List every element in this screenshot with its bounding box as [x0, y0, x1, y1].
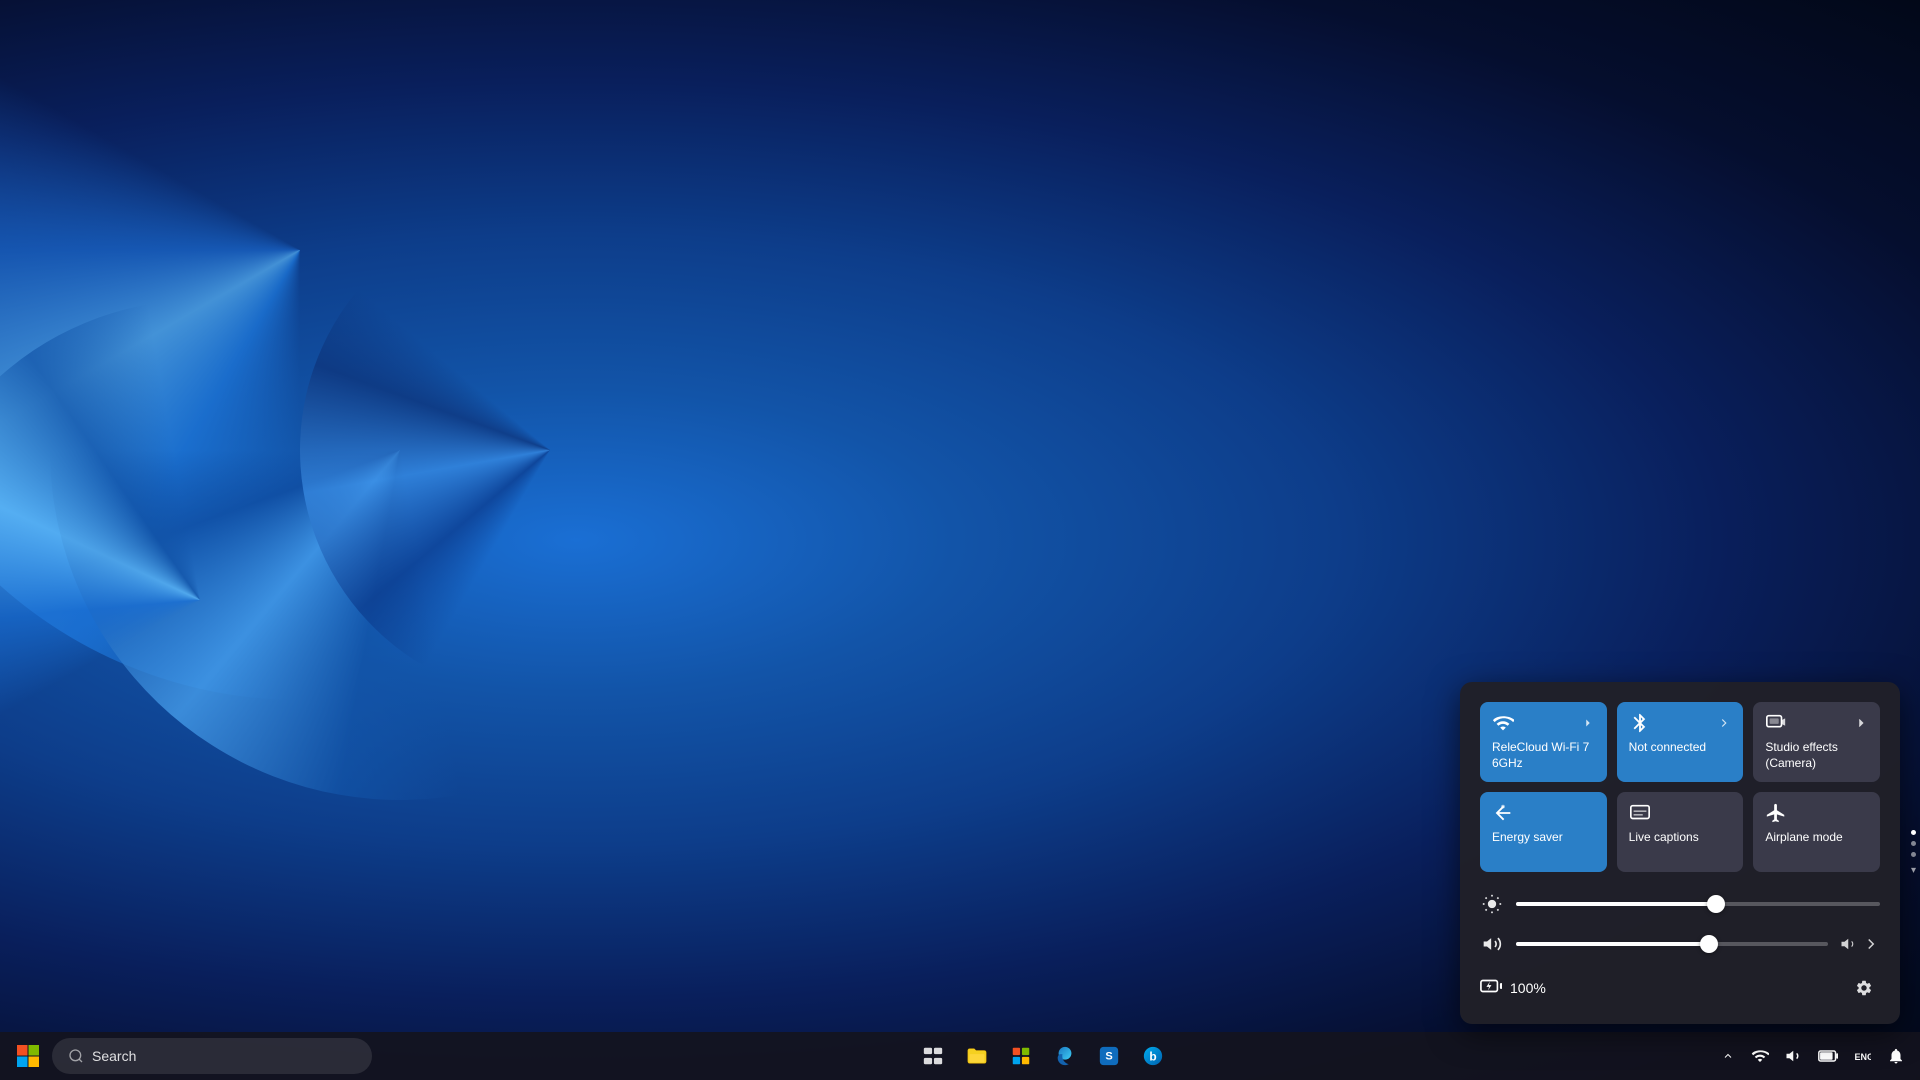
brightness-slider-row	[1480, 892, 1880, 916]
quick-settings-tiles: ReleCloud Wi-Fi 7 6GHz Not connected	[1480, 702, 1880, 872]
airplane-mode-icon	[1765, 802, 1787, 824]
battery-charging-icon	[1480, 975, 1502, 1002]
taskbar: Search	[0, 1032, 1920, 1080]
microsoft-store-button[interactable]	[1001, 1036, 1041, 1076]
bing-app-button[interactable]: b	[1133, 1036, 1173, 1076]
svg-text:S: S	[1105, 1051, 1112, 1063]
quick-settings-gear-button[interactable]	[1848, 972, 1880, 1004]
volume-output-selector[interactable]	[1840, 935, 1880, 953]
energy-saver-icon	[1492, 802, 1514, 824]
airplane-mode-label: Airplane mode	[1765, 830, 1868, 846]
volume-thumb[interactable]	[1700, 935, 1718, 953]
brightness-track[interactable]	[1516, 902, 1880, 906]
airplane-mode-tile[interactable]: Airplane mode	[1753, 792, 1880, 872]
energy-saver-label: Energy saver	[1492, 830, 1595, 846]
brightness-thumb[interactable]	[1707, 895, 1725, 913]
store-app-button[interactable]: S	[1089, 1036, 1129, 1076]
bluetooth-tile[interactable]: Not connected	[1617, 702, 1744, 782]
studio-effects-label: Studio effects (Camera)	[1765, 740, 1868, 771]
wifi-tile[interactable]: ReleCloud Wi-Fi 7 6GHz	[1480, 702, 1607, 782]
scroll-dot-1	[1911, 830, 1916, 835]
taskbar-system-tray: ENG	[1706, 1036, 1920, 1076]
show-hidden-icons-button[interactable]	[1714, 1036, 1742, 1076]
svg-text:ENG: ENG	[1855, 1052, 1872, 1062]
studio-effects-icon	[1765, 712, 1787, 734]
battery-info: 100%	[1480, 975, 1546, 1002]
search-bar[interactable]: Search	[52, 1038, 372, 1074]
wifi-label: ReleCloud Wi-Fi 7 6GHz	[1492, 740, 1595, 771]
quick-settings-panel: ReleCloud Wi-Fi 7 6GHz Not connected	[1460, 682, 1900, 1024]
live-captions-label: Live captions	[1629, 830, 1732, 846]
bluetooth-expand-arrow[interactable]	[1717, 716, 1731, 730]
brightness-icon	[1480, 892, 1504, 916]
volume-tray-icon[interactable]	[1778, 1040, 1810, 1072]
studio-effects-expand-arrow[interactable]	[1854, 716, 1868, 730]
wifi-expand-arrow[interactable]	[1581, 716, 1595, 730]
volume-track[interactable]	[1516, 942, 1828, 946]
bluetooth-label: Not connected	[1629, 740, 1732, 756]
task-view-button[interactable]	[913, 1036, 953, 1076]
quick-settings-sliders	[1480, 892, 1880, 956]
scroll-dot-3	[1911, 852, 1916, 857]
battery-tray-icon[interactable]	[1812, 1040, 1844, 1072]
edge-button[interactable]	[1045, 1036, 1085, 1076]
language-tray-icon[interactable]: ENG	[1846, 1040, 1878, 1072]
volume-icon	[1480, 932, 1504, 956]
taskbar-center-icons: S b	[380, 1036, 1706, 1076]
wifi-tray-icon[interactable]	[1744, 1040, 1776, 1072]
volume-slider-row	[1480, 932, 1880, 956]
live-captions-tile[interactable]: Live captions	[1617, 792, 1744, 872]
battery-row: 100%	[1480, 972, 1880, 1004]
volume-fill	[1516, 942, 1709, 946]
panel-scroll-indicator: ▾	[1911, 830, 1916, 876]
brightness-fill	[1516, 902, 1716, 906]
studio-effects-tile[interactable]: Studio effects (Camera)	[1753, 702, 1880, 782]
start-button[interactable]	[8, 1036, 48, 1076]
search-text: Search	[92, 1048, 136, 1064]
notification-center-button[interactable]	[1880, 1040, 1912, 1072]
wifi-icon	[1492, 712, 1514, 734]
live-captions-icon	[1629, 802, 1651, 824]
search-icon	[68, 1048, 84, 1064]
file-explorer-button[interactable]	[957, 1036, 997, 1076]
scroll-chevron-down: ▾	[1911, 865, 1916, 876]
scroll-dot-2	[1911, 841, 1916, 846]
svg-text:b: b	[1149, 1050, 1156, 1064]
taskbar-left: Search	[0, 1036, 380, 1076]
energy-saver-tile[interactable]: Energy saver	[1480, 792, 1607, 872]
battery-percentage: 100%	[1510, 980, 1546, 996]
bluetooth-icon	[1629, 712, 1651, 734]
